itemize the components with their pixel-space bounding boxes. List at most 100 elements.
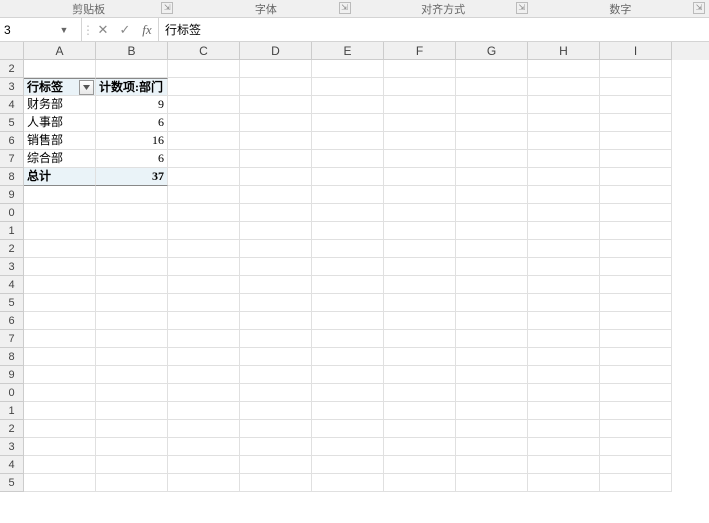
row-header[interactable]: 6 [0, 132, 24, 150]
cell[interactable] [168, 384, 240, 402]
cell[interactable] [528, 438, 600, 456]
cell[interactable] [168, 438, 240, 456]
cell[interactable] [384, 330, 456, 348]
row-header[interactable]: 5 [0, 114, 24, 132]
cell[interactable] [456, 276, 528, 294]
cell[interactable] [24, 312, 96, 330]
cell[interactable] [528, 240, 600, 258]
cell[interactable] [240, 132, 312, 150]
name-box-input[interactable] [0, 23, 56, 37]
cell[interactable] [240, 186, 312, 204]
cell[interactable] [24, 456, 96, 474]
cell[interactable] [240, 366, 312, 384]
cell[interactable] [456, 186, 528, 204]
cell[interactable] [600, 384, 672, 402]
cell[interactable] [168, 456, 240, 474]
cell[interactable] [240, 78, 312, 96]
cell[interactable] [96, 60, 168, 78]
cell[interactable] [600, 60, 672, 78]
cell[interactable] [528, 384, 600, 402]
cell[interactable] [24, 258, 96, 276]
row-header[interactable]: 1 [0, 402, 24, 420]
cell[interactable] [312, 438, 384, 456]
cell[interactable] [528, 204, 600, 222]
cell[interactable] [24, 474, 96, 492]
cell[interactable] [456, 366, 528, 384]
row-header[interactable]: 9 [0, 366, 24, 384]
cell[interactable] [528, 276, 600, 294]
cell[interactable] [312, 312, 384, 330]
cell[interactable] [528, 222, 600, 240]
enter-button[interactable]: ✓ [114, 22, 136, 38]
cell[interactable] [456, 132, 528, 150]
cell[interactable] [312, 150, 384, 168]
cell[interactable] [240, 384, 312, 402]
cell[interactable] [528, 60, 600, 78]
cell[interactable] [312, 222, 384, 240]
cell[interactable] [240, 60, 312, 78]
cell[interactable]: 6 [96, 114, 168, 132]
cell[interactable] [600, 114, 672, 132]
cell[interactable] [384, 474, 456, 492]
cell[interactable] [96, 366, 168, 384]
cell[interactable] [312, 276, 384, 294]
dialog-launcher-icon[interactable]: ⇲ [161, 2, 173, 14]
cell[interactable] [312, 294, 384, 312]
cell[interactable] [384, 222, 456, 240]
cell[interactable] [528, 348, 600, 366]
cell[interactable] [528, 114, 600, 132]
cell[interactable]: 计数项:部门 [96, 78, 168, 96]
cell[interactable] [600, 456, 672, 474]
cell[interactable] [456, 60, 528, 78]
select-all-corner[interactable] [0, 42, 24, 60]
column-header-I[interactable]: I [600, 42, 672, 60]
cell[interactable] [384, 258, 456, 276]
cell[interactable] [600, 240, 672, 258]
cell[interactable] [384, 420, 456, 438]
cell[interactable] [528, 186, 600, 204]
cell[interactable] [312, 420, 384, 438]
cell[interactable] [384, 204, 456, 222]
cell[interactable] [240, 96, 312, 114]
cell[interactable] [240, 276, 312, 294]
cell[interactable] [384, 114, 456, 132]
dialog-launcher-icon[interactable]: ⇲ [339, 2, 351, 14]
cell[interactable] [96, 348, 168, 366]
cell[interactable] [240, 402, 312, 420]
cell[interactable] [312, 186, 384, 204]
cell[interactable] [96, 258, 168, 276]
cell[interactable] [384, 384, 456, 402]
cell[interactable] [24, 60, 96, 78]
cell[interactable]: 37 [96, 168, 168, 186]
cell[interactable] [456, 240, 528, 258]
cell[interactable] [312, 456, 384, 474]
cell[interactable] [456, 312, 528, 330]
cell[interactable] [600, 96, 672, 114]
cell[interactable] [600, 294, 672, 312]
cell[interactable] [456, 384, 528, 402]
cell[interactable] [96, 456, 168, 474]
cell[interactable] [168, 420, 240, 438]
cell[interactable] [312, 168, 384, 186]
cell[interactable] [168, 222, 240, 240]
row-header[interactable]: 3 [0, 78, 24, 96]
cell[interactable] [24, 420, 96, 438]
cell[interactable] [168, 114, 240, 132]
cell[interactable] [96, 384, 168, 402]
cell[interactable] [384, 402, 456, 420]
row-header[interactable]: 9 [0, 186, 24, 204]
cell[interactable] [528, 150, 600, 168]
cell[interactable] [384, 240, 456, 258]
cell[interactable] [168, 330, 240, 348]
column-header-F[interactable]: F [384, 42, 456, 60]
cell[interactable] [96, 204, 168, 222]
cell[interactable] [600, 330, 672, 348]
cell[interactable] [600, 78, 672, 96]
cell[interactable] [600, 348, 672, 366]
cell[interactable] [96, 402, 168, 420]
cell[interactable] [24, 222, 96, 240]
cell[interactable]: 行标签 [24, 78, 96, 96]
row-header[interactable]: 4 [0, 456, 24, 474]
cell[interactable]: 综合部 [24, 150, 96, 168]
cell[interactable] [600, 438, 672, 456]
